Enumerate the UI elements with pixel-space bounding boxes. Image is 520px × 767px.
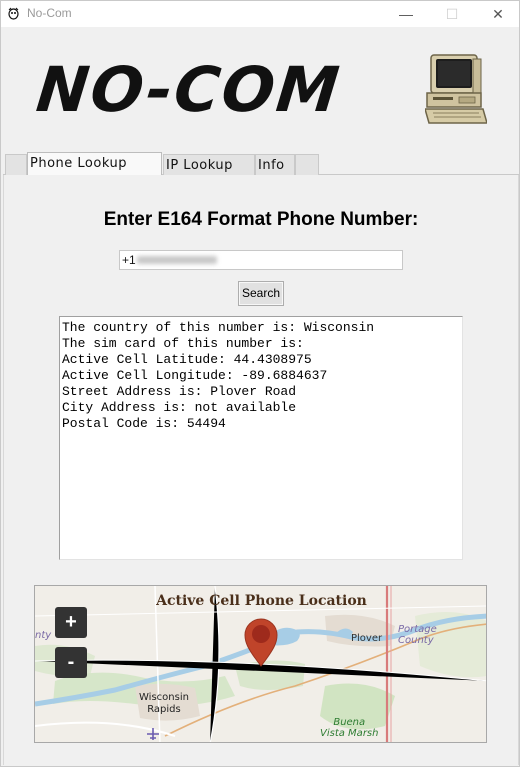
map-label-line: Vista Marsh [320, 728, 379, 739]
window-title: No-Com [27, 6, 72, 20]
map-label-portage-county: Portage County [398, 624, 437, 646]
map-title: Active Cell Phone Location [156, 593, 367, 609]
result-line: Active Cell Latitude: 44.4308975 [62, 352, 312, 367]
app-logo: NO-COM [33, 53, 345, 126]
map-label-line: Rapids [147, 704, 181, 715]
result-line: Postal Code is: 54494 [62, 416, 226, 431]
tab-spacer [5, 154, 27, 175]
location-map[interactable]: Active Cell Phone Location + - nty Plove… [34, 585, 487, 743]
tab-bar: Phone Lookup IP Lookup Info [3, 152, 519, 175]
result-line: Street Address is: Plover Road [62, 384, 297, 399]
app-window: No-Com — ☐ ✕ NO-COM Phone Lookup IP Look… [0, 0, 520, 767]
zoom-out-button[interactable]: - [55, 647, 87, 678]
close-button[interactable]: ✕ [475, 1, 520, 27]
map-label-line: Portage [398, 624, 437, 635]
map-label-line: County [398, 635, 434, 646]
app-icon [8, 7, 19, 20]
tab-spacer [295, 154, 319, 175]
map-label-buena-vista-marsh: Buena Vista Marsh [320, 717, 378, 739]
map-label-county-edge: nty [35, 630, 52, 641]
retro-computer-icon [425, 54, 487, 124]
map-label-wisconsin-rapids: Wisconsin Rapids [139, 692, 189, 716]
zoom-in-button[interactable]: + [55, 607, 87, 638]
map-label-line: Buena [333, 717, 366, 728]
map-tiles [35, 586, 486, 742]
result-line: The country of this number is: Wisconsin [62, 320, 375, 335]
tab-info[interactable]: Info [255, 154, 295, 175]
form-heading: Enter E164 Format Phone Number: [103, 209, 419, 230]
result-line: Active Cell Longitude: -89.6884637 [62, 368, 328, 383]
map-label-plover: Plover [351, 633, 383, 644]
search-button[interactable]: Search [238, 281, 284, 306]
phone-prefix: +1 [122, 253, 136, 267]
redacted-number [136, 256, 217, 264]
maximize-button[interactable]: ☐ [429, 1, 475, 27]
location-marker-icon [244, 618, 278, 667]
result-line: The sim card of this number is: [62, 336, 304, 351]
map-label-line: Wisconsin [139, 692, 189, 703]
results-textbox[interactable]: The country of this number is: Wisconsin… [59, 316, 463, 560]
minimize-button[interactable]: — [383, 1, 429, 27]
tab-phone-lookup[interactable]: Phone Lookup [27, 152, 162, 175]
result-line: City Address is: not available [62, 400, 297, 415]
phone-number-input[interactable]: +1 [119, 250, 403, 270]
tab-ip-lookup[interactable]: IP Lookup [163, 154, 255, 175]
title-bar[interactable]: No-Com — ☐ ✕ [1, 1, 519, 27]
